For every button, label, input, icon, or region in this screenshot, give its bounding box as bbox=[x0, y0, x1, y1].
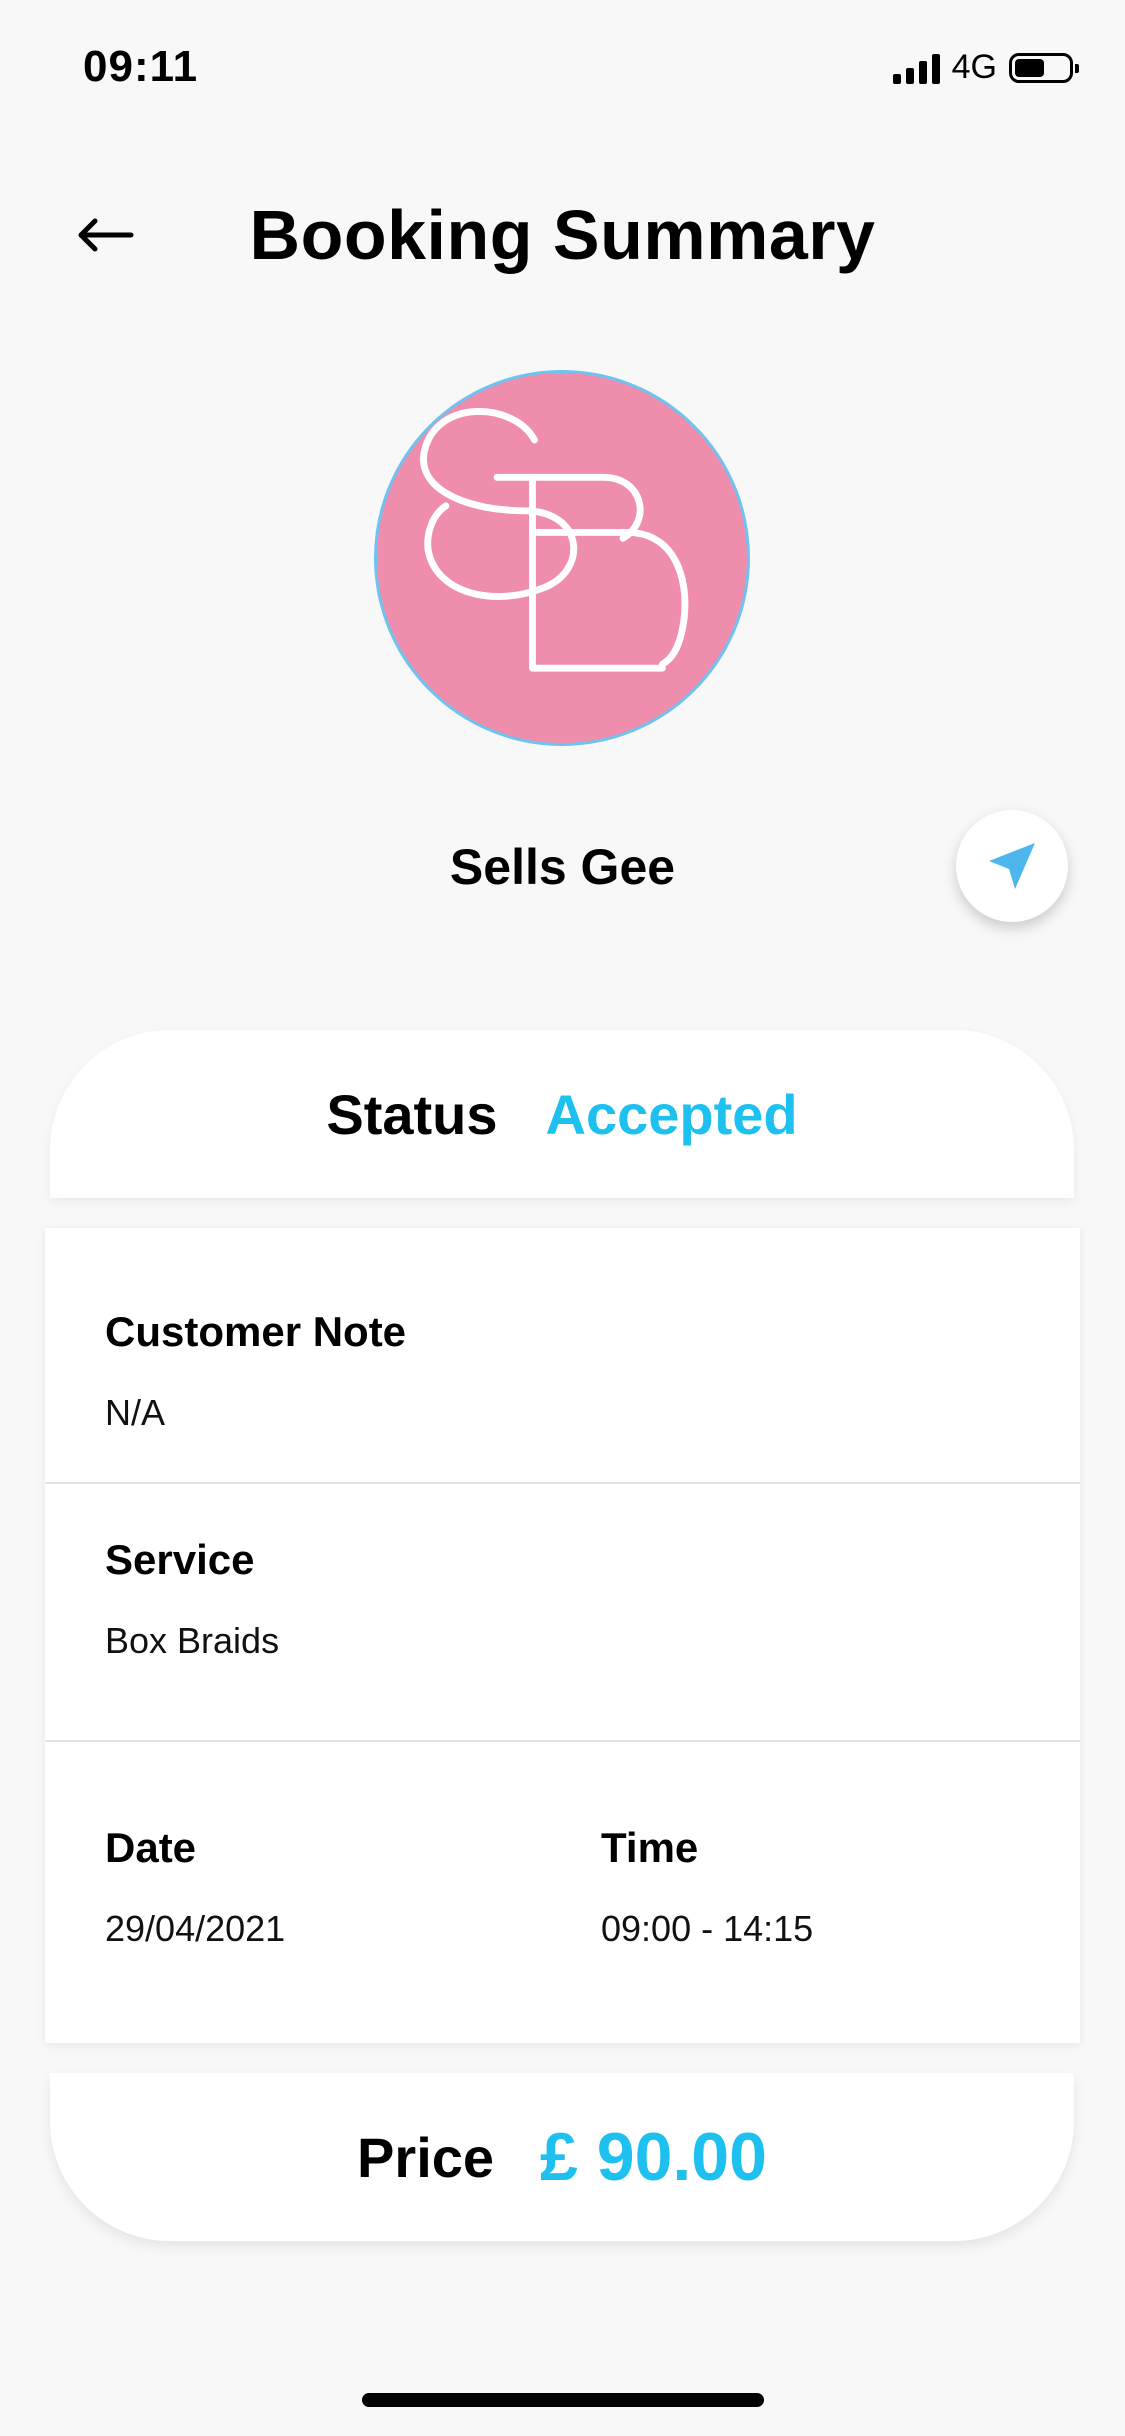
status-card: Status Accepted bbox=[50, 1030, 1074, 1198]
date-value: 29/04/2021 bbox=[105, 1908, 286, 1949]
page-title: Booking Summary bbox=[249, 196, 876, 274]
navigate-button[interactable] bbox=[956, 810, 1068, 922]
customer-note-label: Customer Note bbox=[105, 1308, 407, 1355]
price-label: Price bbox=[357, 2125, 495, 2189]
battery-icon bbox=[1009, 52, 1079, 83]
avatar bbox=[374, 370, 750, 746]
customer-note-section: Customer Note N/A bbox=[45, 1228, 1080, 1482]
price-value: £ 90.00 bbox=[540, 2119, 767, 2195]
signal-icon bbox=[892, 52, 940, 84]
home-indicator[interactable] bbox=[362, 2393, 764, 2407]
time-label: Time bbox=[601, 1824, 699, 1871]
status-bar-time: 09:11 bbox=[83, 42, 199, 91]
service-section: Service Box Braids bbox=[45, 1484, 1080, 1738]
date-time-section: Date 29/04/2021 Time 09:00 - 14:15 bbox=[45, 1742, 1080, 2042]
avatar-logo-icon bbox=[420, 408, 689, 672]
status-label: Status bbox=[326, 1082, 498, 1146]
customer-note-value: N/A bbox=[105, 1392, 166, 1433]
network-label: 4G bbox=[951, 48, 997, 86]
price-card: Price £ 90.00 bbox=[50, 2073, 1074, 2241]
service-value: Box Braids bbox=[105, 1620, 280, 1661]
status-bar-icons: 4G bbox=[892, 48, 1079, 87]
time-value: 09:00 - 14:15 bbox=[601, 1908, 814, 1949]
service-label: Service bbox=[105, 1536, 255, 1583]
navigation-arrow-icon bbox=[989, 843, 1035, 889]
date-label: Date bbox=[105, 1824, 197, 1871]
status-value: Accepted bbox=[545, 1082, 798, 1146]
booking-details-card: Customer Note N/A Service Box Braids Dat… bbox=[45, 1228, 1080, 2043]
